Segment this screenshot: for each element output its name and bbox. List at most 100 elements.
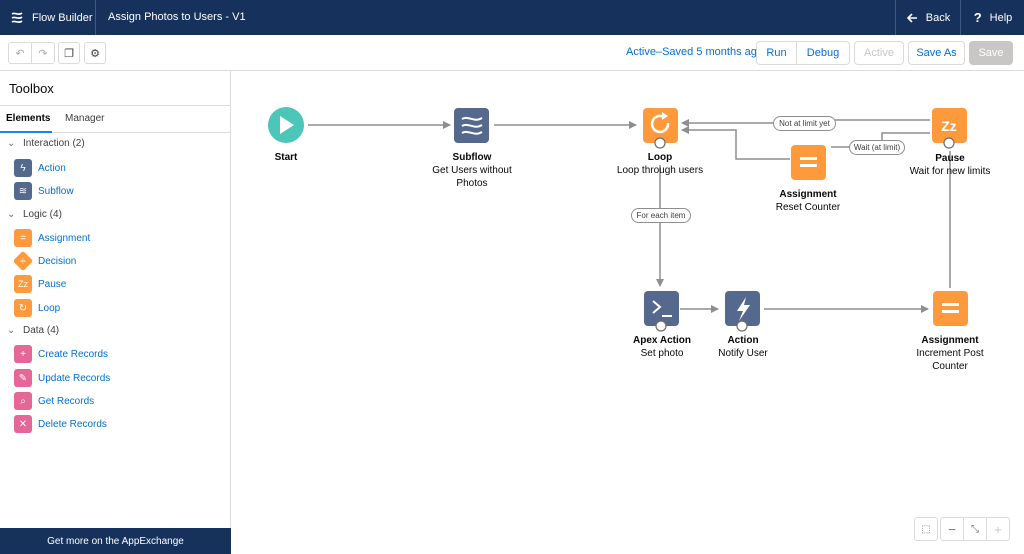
element-decision[interactable]: ≑ Decision — [12, 250, 76, 272]
plus-icon: + — [994, 521, 1002, 537]
save-button[interactable]: Save — [969, 41, 1013, 65]
flow-canvas[interactable]: Zz Not at limit yet Wait (at limit) For … — [232, 71, 1024, 554]
group-data[interactable]: ⌄ Data (4) — [7, 325, 59, 336]
equals-icon: = — [14, 229, 32, 247]
element-get-records[interactable]: ⌕ Get Records — [14, 392, 94, 410]
element-delete-records[interactable]: ✕ Delete Records — [14, 415, 107, 433]
back-button[interactable]: Back — [895, 0, 961, 35]
save-as-button[interactable]: Save As — [908, 41, 965, 65]
element-label: Create Records — [38, 348, 109, 360]
update-record-icon: ✎ — [14, 369, 32, 387]
node-title: Subflow — [452, 152, 492, 163]
node-title: Start — [274, 152, 298, 163]
redo-icon: ↷ — [38, 47, 48, 60]
back-label: Back — [925, 11, 951, 24]
loop-node[interactable] — [643, 108, 678, 149]
toolbox-panel: Toolbox Elements Manager ⌄ Interaction (… — [0, 71, 231, 554]
node-subtitle: Set photo — [640, 348, 684, 359]
element-label: Delete Records — [38, 418, 107, 430]
zoom-out-button[interactable]: − — [940, 517, 964, 541]
flow-diagram: Zz — [268, 107, 968, 332]
connector-label-for-each[interactable]: For each item — [631, 208, 691, 223]
node-subtitle: Notify User — [718, 348, 768, 359]
start-node[interactable] — [268, 107, 304, 143]
element-assignment[interactable]: = Assignment — [14, 229, 90, 247]
pause-zz-icon: Zz — [941, 118, 957, 134]
pause-connector-handle — [943, 137, 955, 149]
subflow-node[interactable] — [454, 108, 489, 143]
group-logic[interactable]: ⌄ Logic (4) — [7, 209, 62, 220]
element-create-records[interactable]: + Create Records — [14, 345, 108, 363]
element-label: Update Records — [38, 372, 111, 384]
node-subtitle: Loop through users — [616, 165, 704, 176]
pause-node[interactable]: Zz — [932, 108, 967, 149]
loop-node-label: Loop Loop through users — [600, 151, 720, 177]
active-tab-indicator — [0, 131, 52, 133]
debug-button[interactable]: Debug — [796, 41, 850, 65]
redo-button[interactable]: ↷ — [31, 42, 55, 64]
element-update-records[interactable]: ✎ Update Records — [14, 369, 110, 387]
increment-counter-node[interactable] — [933, 291, 968, 326]
node-title: Action — [727, 335, 759, 346]
copy-icon: ❐ — [64, 47, 74, 60]
get-record-icon: ⌕ — [14, 392, 32, 410]
group-label: Interaction (2) — [23, 138, 85, 149]
action-node[interactable] — [725, 291, 760, 332]
question-icon: ? — [973, 10, 982, 25]
action-node-label: Action Notify User — [683, 334, 803, 360]
element-pause[interactable]: Zz Pause — [14, 275, 66, 293]
appexchange-link[interactable]: Get more on the AppExchange — [0, 528, 231, 554]
zoom-in-button[interactable]: + — [986, 517, 1010, 541]
equals-icon — [800, 157, 817, 160]
run-button[interactable]: Run — [756, 41, 797, 65]
app-name: Flow Builder — [32, 11, 93, 24]
group-interaction[interactable]: ⌄ Interaction (2) — [7, 138, 85, 149]
element-label: Pause — [38, 278, 67, 290]
group-label: Data (4) — [23, 325, 60, 336]
decision-icon: ≑ — [12, 250, 34, 272]
start-node-label: Start — [226, 151, 346, 164]
node-subtitle: Reset Counter — [775, 202, 841, 213]
paste-button[interactable]: ❐ — [58, 42, 80, 64]
loop-icon: ↻ — [14, 299, 32, 317]
element-action[interactable]: ϟ Action — [14, 159, 66, 177]
connector-label-not-at-limit[interactable]: Not at limit yet — [773, 116, 836, 131]
help-button[interactable]: ? Help — [962, 0, 1024, 35]
element-subflow[interactable]: ≋ Subflow — [14, 182, 74, 200]
pause-zz-icon: Zz — [14, 275, 32, 293]
node-title: Assignment — [921, 335, 979, 346]
element-label: Action — [38, 162, 66, 174]
tab-manager[interactable]: Manager — [65, 113, 104, 124]
pause-node-label: Pause Wait for new limits — [890, 152, 1010, 178]
properties-button[interactable]: ⚙ — [84, 42, 106, 64]
chevron-down-icon: ⌄ — [7, 209, 16, 220]
node-title: Assignment — [779, 189, 837, 200]
group-label: Logic (4) — [23, 209, 62, 220]
subflow-node-label: Subflow Get Users without Photos — [412, 151, 532, 190]
contract-icon: ⤡ — [971, 523, 979, 535]
toolbox-title: Toolbox — [9, 81, 54, 96]
marquee-icon: ⬚ — [921, 523, 931, 535]
app-launcher[interactable]: Flow Builder — [0, 0, 96, 35]
activate-button[interactable]: Active — [854, 41, 904, 65]
element-loop[interactable]: ↻ Loop — [14, 299, 60, 317]
node-subtitle: Increment Post Counter — [916, 348, 984, 372]
create-record-icon: + — [14, 345, 32, 363]
reset-counter-node[interactable] — [791, 145, 826, 180]
subflow-icon: ≋ — [14, 182, 32, 200]
toolbox-tabs: Elements Manager — [0, 105, 230, 133]
apex-action-node[interactable] — [644, 291, 679, 332]
element-label: Subflow — [38, 185, 74, 197]
undo-icon: ↶ — [15, 47, 25, 60]
reset-counter-label: Assignment Reset Counter — [748, 188, 868, 214]
action-connector-handle — [736, 320, 748, 332]
increment-counter-label: Assignment Increment Post Counter — [890, 334, 1010, 373]
tab-elements[interactable]: Elements — [6, 113, 50, 124]
fit-view-button[interactable]: ⤡ — [963, 517, 987, 541]
undo-button[interactable]: ↶ — [8, 42, 32, 64]
node-title: Pause — [935, 153, 965, 164]
minus-icon: − — [948, 521, 956, 537]
gear-icon: ⚙ — [90, 47, 100, 60]
marquee-select-button[interactable]: ⬚ — [914, 517, 938, 541]
toolbar: ↶ ↷ ❐ ⚙ Active–Saved 5 months ago Run De… — [0, 35, 1024, 71]
